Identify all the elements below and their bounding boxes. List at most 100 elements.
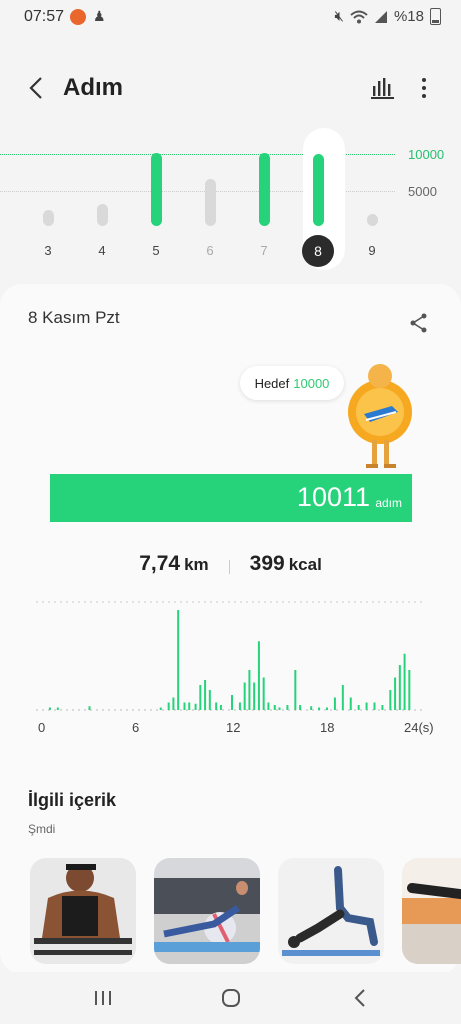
hourly-bar (177, 610, 180, 710)
steps-count: 10011 (296, 482, 370, 512)
hourly-bar (188, 702, 191, 710)
hourly-bar (199, 685, 202, 710)
plank-image (402, 858, 461, 964)
home-icon (222, 989, 240, 1007)
hourly-bar (408, 670, 411, 710)
battery-text: %18 (393, 8, 424, 25)
ball-workout-image (154, 858, 260, 964)
day-bar-7[interactable] (259, 153, 270, 226)
hourly-bar (208, 690, 211, 710)
system-back-button[interactable] (346, 986, 376, 1010)
hourly-bar (294, 670, 297, 710)
hourly-bar (341, 685, 344, 710)
steps-progress-bar: 10011 adım (50, 474, 412, 522)
day-label-6[interactable]: 6 (195, 243, 225, 258)
related-content-subtitle: Şmdi (28, 822, 56, 836)
bodybuilder-image (30, 858, 136, 964)
goal-value: 10000 (293, 375, 330, 391)
hourly-bar (310, 706, 313, 710)
hourly-bar (159, 707, 162, 710)
day-bar-9[interactable] (367, 214, 378, 226)
hourly-bar (403, 653, 406, 710)
hourly-bar (389, 690, 392, 710)
day-label-7[interactable]: 7 (249, 243, 279, 258)
hourly-bar (215, 702, 218, 710)
hourly-bar (326, 707, 328, 710)
selected-date: 8 Kasım Pzt (28, 308, 120, 327)
goal-axis-label: 10000 (408, 147, 445, 162)
related-content-title: İlgili içerik (28, 790, 117, 810)
day-bar-4[interactable] (97, 204, 108, 226)
related-content-list (30, 858, 461, 968)
hourly-bar (262, 677, 265, 710)
goal-bubble: Hedef 10000 (240, 366, 344, 400)
share-button[interactable] (408, 312, 430, 334)
distance-unit: km (184, 555, 209, 574)
steps-unit: adım (375, 496, 402, 510)
hourly-bar (88, 706, 91, 710)
notification-icon: ♟ (93, 8, 106, 24)
day-detail-card: 8 Kasım Pzt Hedef 10000 10011 adım 7,74 k… (0, 284, 461, 974)
more-options-button[interactable] (414, 74, 434, 102)
hourly-bar (333, 697, 336, 710)
hourly-bar (299, 705, 302, 710)
status-bar: 07:57 ♟ 🔇︎ %18 (0, 0, 461, 34)
mute-icon: 🔇︎ (334, 8, 344, 25)
system-nav-bar (0, 972, 461, 1024)
day-label-2[interactable]: 2 (0, 243, 9, 258)
page-title: Adım (63, 74, 123, 101)
hourly-bar (219, 705, 222, 710)
status-right: 🔇︎ %18 (335, 8, 441, 25)
bar-chart-icon (371, 78, 394, 99)
wifi-icon (350, 10, 368, 23)
signal-icon (374, 10, 387, 23)
hourly-bar (267, 702, 270, 710)
daily-steps-chart: 10000 5000 2 3 4 5 6 7 8 9 (0, 128, 461, 278)
trends-button[interactable] (370, 76, 396, 100)
day-label-9[interactable]: 9 (357, 243, 387, 258)
day-bar-6[interactable] (205, 179, 216, 226)
stats-divider (228, 560, 230, 574)
back-button[interactable] (22, 74, 50, 102)
hourly-bar (248, 670, 251, 710)
hourly-bar (56, 707, 59, 710)
hourly-bar (286, 705, 289, 710)
goal-text: Hedef (254, 375, 290, 391)
day-bar-3[interactable] (43, 210, 54, 226)
hourly-bar (273, 705, 276, 710)
hourly-bar (257, 641, 260, 710)
hourly-bar (373, 702, 376, 710)
hourly-bar (243, 682, 246, 710)
content-thumbnail-3[interactable] (278, 858, 384, 964)
mascot-badge-icon (348, 364, 412, 468)
content-thumbnail-2[interactable] (154, 858, 260, 964)
hourly-steps-chart (36, 601, 426, 711)
notification-app-icon (70, 9, 86, 25)
share-icon (410, 313, 427, 333)
day-label-8[interactable]: 8 (302, 235, 334, 267)
hourly-bar (365, 702, 368, 710)
back-icon (354, 989, 365, 1007)
day-label-5[interactable]: 5 (141, 243, 171, 258)
hourly-tick-label: 6 (132, 720, 140, 735)
content-thumbnail-1[interactable] (30, 858, 136, 964)
hourly-bar (172, 697, 175, 710)
hourly-bar (204, 680, 207, 710)
home-button[interactable] (216, 986, 246, 1010)
hourly-bar (278, 707, 281, 710)
hourly-tick-label: 24(s) (404, 720, 434, 735)
hourly-bar (394, 677, 397, 710)
hourly-bar (318, 707, 321, 710)
day-label-4[interactable]: 4 (87, 243, 117, 258)
distance-value: 7,74 (139, 552, 181, 575)
chevron-left-icon (29, 77, 42, 99)
day-label-3[interactable]: 3 (33, 243, 63, 258)
half-axis-label: 5000 (408, 184, 437, 199)
hourly-bar (381, 705, 384, 710)
bridge-pose-image (278, 858, 384, 964)
day-bar-5[interactable] (151, 153, 162, 226)
content-thumbnail-4[interactable] (402, 858, 461, 964)
day-bar-8[interactable] (313, 153, 324, 226)
recents-button[interactable] (88, 986, 118, 1010)
summary-stats: 7,74 km 399 kcal (0, 552, 461, 582)
